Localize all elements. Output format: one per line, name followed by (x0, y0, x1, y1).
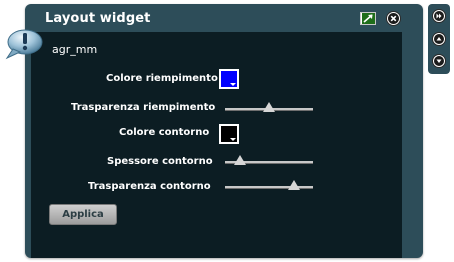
widget-content-panel: agr_mm Colore riempimento Trasparenza ri… (31, 32, 402, 258)
chevron-down-icon (230, 83, 236, 86)
stroke-transparency-slider[interactable] (225, 180, 313, 191)
stroke-width-slider[interactable] (225, 155, 313, 166)
triangle-down-icon (434, 56, 444, 66)
slider-thumb[interactable] (287, 180, 300, 190)
window-title: Layout widget (45, 11, 151, 26)
slider-track (225, 186, 313, 189)
stroke-transparency-label: Trasparenza contorno (88, 181, 211, 192)
stroke-color-label: Colore contorno (119, 127, 210, 138)
fill-transparency-slider[interactable] (225, 102, 313, 113)
triangle-up-icon (434, 34, 444, 44)
arrow-up-right-icon (362, 13, 375, 24)
minimize-button[interactable] (360, 12, 376, 25)
info-bubble-icon (5, 29, 43, 60)
scroll-down-button[interactable] (432, 54, 446, 68)
close-button[interactable] (386, 11, 401, 26)
side-navigation (428, 4, 450, 74)
stroke-width-label: Spessore contorno (107, 156, 213, 167)
layer-name: agr_mm (52, 43, 98, 56)
fill-color-label: Colore riempimento (106, 73, 218, 84)
layout-widget-window: Layout widget agr_mm Colore riempimento … (25, 4, 423, 258)
chevron-down-icon (230, 138, 236, 141)
scroll-up-button[interactable] (432, 32, 446, 46)
close-icon (388, 13, 399, 24)
apply-button[interactable]: Applica (49, 204, 117, 225)
titlebar[interactable]: Layout widget (25, 4, 423, 32)
stroke-color-picker[interactable] (219, 124, 239, 144)
fill-color-picker[interactable] (219, 69, 239, 89)
double-chevron-right-icon (434, 11, 444, 21)
expand-button[interactable] (432, 9, 446, 23)
slider-thumb[interactable] (233, 155, 246, 165)
fill-transparency-label: Trasparenza riempimento (71, 102, 216, 113)
slider-thumb[interactable] (263, 102, 275, 112)
